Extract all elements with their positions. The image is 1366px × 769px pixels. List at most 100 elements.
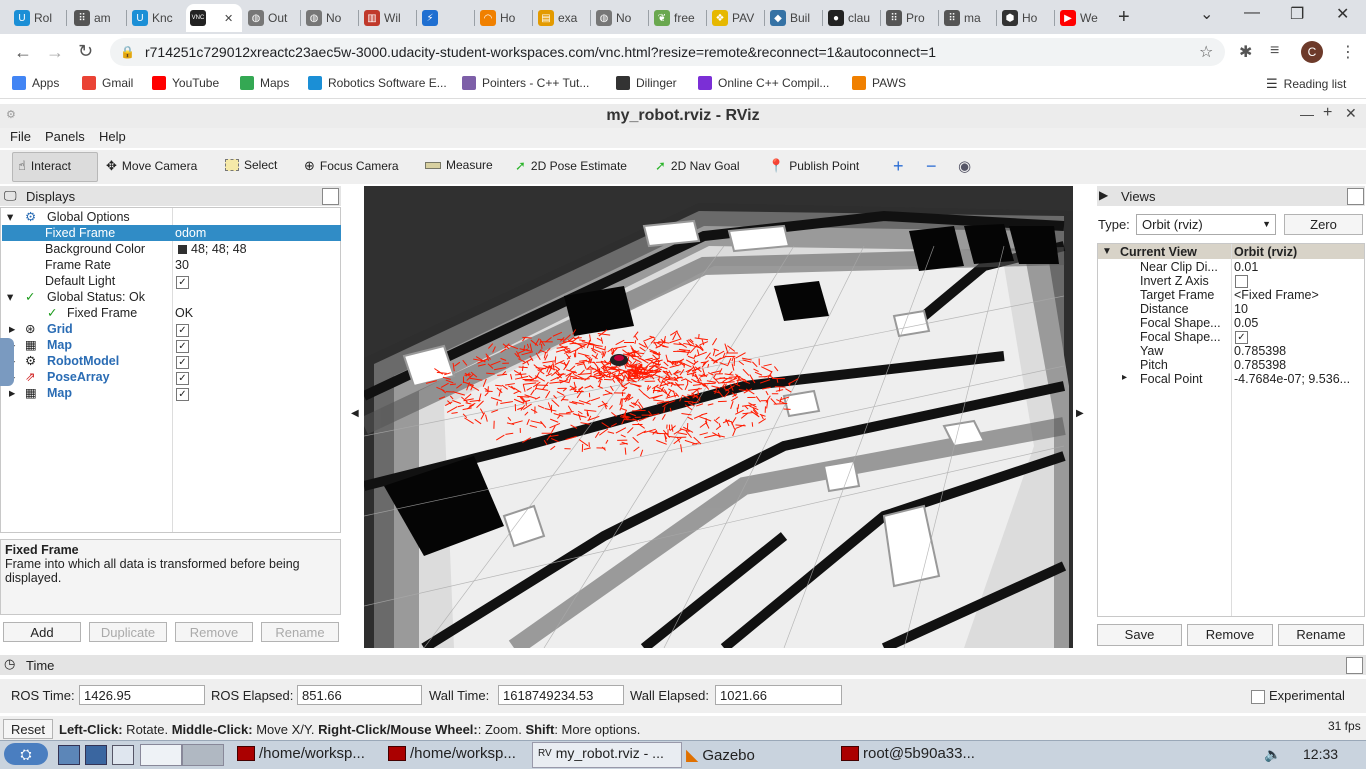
view-prop-value[interactable]: 0.01 (1234, 260, 1258, 274)
tool-select[interactable]: Select (225, 158, 277, 172)
extensions-icon[interactable]: ✱ (1239, 42, 1252, 62)
browser-tab[interactable]: ❖PAV (708, 4, 762, 32)
view-prop-label[interactable]: Target Frame (1140, 288, 1214, 302)
duplicate-display-button[interactable]: Duplicate (89, 622, 167, 642)
add-display-button[interactable]: Add (3, 622, 81, 642)
view-type-select[interactable]: Orbit (rviz) ▼ (1136, 214, 1276, 235)
tree-expander-global-status[interactable]: ▾ (7, 289, 13, 305)
menu-help[interactable]: Help (99, 129, 126, 144)
reload-button[interactable]: ↻ (78, 41, 93, 62)
reading-queue-icon[interactable]: ≡ (1270, 42, 1279, 60)
tab-search-icon[interactable]: ⌄ (1200, 4, 1213, 24)
tool-publish-point[interactable]: 📍Publish Point (768, 158, 859, 174)
background-color-value[interactable]: 48; 48; 48 (191, 241, 247, 257)
back-button[interactable]: ← (14, 42, 32, 63)
browser-tab[interactable]: ⠿Pro (882, 4, 936, 32)
bookmark-item[interactable]: PAWS (852, 76, 906, 90)
display-item-map-2[interactable]: Map (47, 385, 72, 401)
view-prop-value[interactable]: 0.785398 (1234, 344, 1286, 358)
rename-display-button[interactable]: Rename (261, 622, 339, 642)
network-icon[interactable] (85, 745, 107, 765)
browser-tab[interactable]: ⠿ma (940, 4, 994, 32)
browser-tab[interactable]: ⬢Ho (998, 4, 1052, 32)
menu-panels[interactable]: Panels (45, 129, 85, 144)
view-prop-value[interactable]: 10 (1234, 302, 1248, 316)
experimental-checkbox[interactable] (1251, 690, 1265, 704)
browser-tab[interactable]: ◍Out (244, 4, 298, 32)
browser-menu-icon[interactable]: ⋮ (1340, 42, 1356, 62)
close-window-button[interactable]: ✕ (1336, 4, 1349, 24)
browser-tab[interactable]: ⠿am (70, 4, 124, 32)
bookmark-item[interactable]: Dilinger (616, 76, 677, 90)
bookmark-item[interactable]: Robotics Software E... (308, 76, 447, 90)
wall-elapsed-field[interactable]: 1021.66 (715, 685, 842, 705)
view-prop-label[interactable]: Pitch (1140, 358, 1168, 372)
view-prop-value[interactable]: <Fixed Frame> (1234, 288, 1319, 302)
grid-enabled-checkbox[interactable]: ✓ (176, 324, 189, 337)
browser-tab[interactable]: ●clau (824, 4, 878, 32)
rviz-close-button[interactable]: ✕ (1345, 105, 1357, 122)
browser-tab[interactable]: ▥Wil (360, 4, 414, 32)
color-swatch[interactable] (178, 245, 187, 254)
bookmark-item[interactable]: Gmail (82, 76, 133, 90)
browser-tab[interactable]: VNC✕ (186, 4, 242, 32)
view-prop-label[interactable]: Focal Shape... (1140, 330, 1221, 344)
browser-tab[interactable]: ◍No (302, 4, 356, 32)
tree-expander-global-options[interactable]: ▾ (7, 209, 13, 225)
browser-tab[interactable]: URol (10, 4, 64, 32)
browser-tab[interactable]: ▶We (1056, 4, 1110, 32)
browser-tab[interactable]: ▤exa (534, 4, 588, 32)
reset-button[interactable]: Reset (3, 719, 53, 739)
current-view-label[interactable]: Current View (1120, 245, 1197, 259)
browser-tab[interactable]: ◠Ho (476, 4, 530, 32)
browser-tab[interactable]: ◍No (592, 4, 646, 32)
displays-float-button[interactable] (322, 188, 339, 205)
remove-display-button[interactable]: Remove (175, 622, 253, 642)
close-tab-icon[interactable]: ✕ (224, 12, 233, 25)
view-prop-label[interactable]: Near Clip Di... (1140, 260, 1218, 274)
add-tool-icon[interactable]: + (893, 156, 904, 177)
view-prop-label[interactable]: Focal Point (1140, 372, 1203, 386)
reading-list-button[interactable]: ☰ Reading list (1266, 76, 1346, 92)
tree-expander-current-view[interactable]: ▼ (1102, 245, 1112, 259)
view-prop-label[interactable]: Distance (1140, 302, 1189, 316)
map-render[interactable] (364, 186, 1073, 648)
browser-tab[interactable]: UKnc (128, 4, 182, 32)
fixed-frame-value[interactable]: odom (175, 225, 206, 241)
tree-expander-map-2[interactable]: ▸ (9, 385, 15, 401)
display-item-map[interactable]: Map (47, 337, 72, 353)
robotmodel-enabled-checkbox[interactable]: ✓ (176, 356, 189, 369)
bookmark-item[interactable]: Apps (12, 76, 59, 90)
zero-view-button[interactable]: Zero (1284, 214, 1363, 235)
display-item-grid[interactable]: Grid (47, 321, 73, 337)
view-prop-value[interactable]: -4.7684e-07; 9.536... (1234, 372, 1350, 386)
remove-view-button[interactable]: Remove (1187, 624, 1273, 646)
posearray-enabled-checkbox[interactable]: ✓ (176, 372, 189, 385)
rviz-maximize-button[interactable]: + (1323, 104, 1332, 122)
fixed-frame-label[interactable]: Fixed Frame (45, 225, 115, 241)
tool-move-camera[interactable]: ✥Move Camera (106, 158, 197, 174)
minimize-window-button[interactable]: — (1244, 4, 1260, 22)
view-prop-label[interactable]: Invert Z Axis (1140, 274, 1209, 288)
time-float-button[interactable] (1346, 657, 1363, 674)
ros-time-field[interactable]: 1426.95 (79, 685, 205, 705)
terminal-launcher-icon[interactable] (112, 745, 134, 765)
start-menu-icon[interactable]: ⛭ (4, 743, 48, 765)
tool-interact[interactable]: ☝Interact (18, 158, 71, 174)
wall-time-field[interactable]: 1618749234.53 (498, 685, 624, 705)
bookmark-star-icon[interactable]: ☆ (1199, 42, 1213, 62)
task-rviz[interactable]: RVmy_robot.rviz - ... (538, 745, 664, 761)
display-item-robotmodel[interactable]: RobotModel (47, 353, 119, 369)
global-status-label[interactable]: Global Status: Ok (47, 289, 145, 305)
profile-avatar[interactable]: C (1301, 41, 1323, 63)
eye-icon[interactable]: ◉ (958, 157, 971, 175)
tool-2d-pose-estimate[interactable]: ➚2D Pose Estimate (515, 158, 627, 174)
task-terminal-root[interactable]: root@5b90a33... (841, 745, 975, 762)
browser-tab[interactable]: ◆Buil (766, 4, 820, 32)
default-light-checkbox[interactable]: ✓ (176, 276, 189, 289)
rviz-3d-view[interactable] (364, 186, 1073, 648)
frame-rate-value[interactable]: 30 (175, 257, 189, 273)
map-2-enabled-checkbox[interactable]: ✓ (176, 388, 189, 401)
view-prop-label[interactable]: Focal Shape... (1140, 316, 1221, 330)
view-prop-value[interactable]: 0.785398 (1234, 358, 1286, 372)
